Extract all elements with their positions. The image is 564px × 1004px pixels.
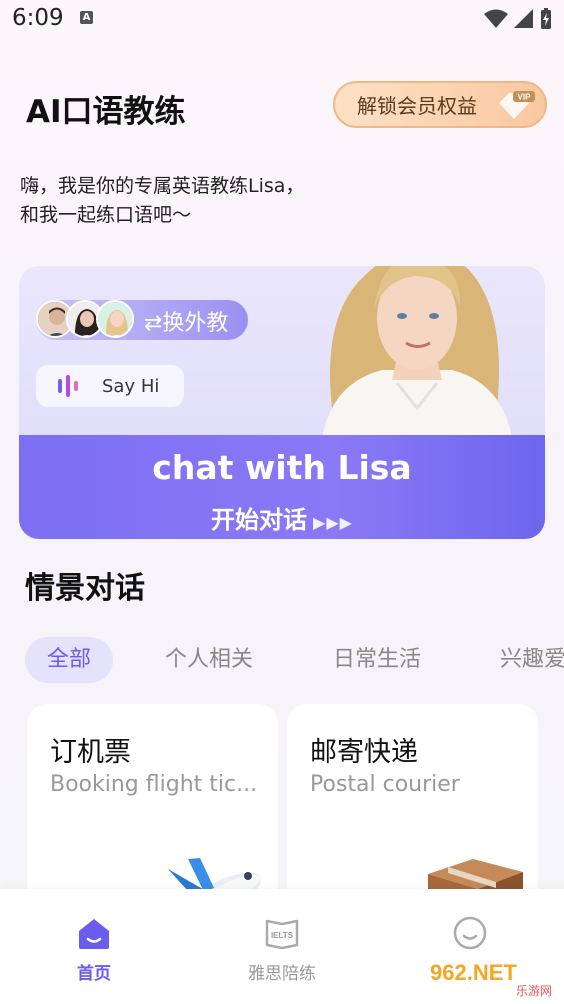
ielts-book-icon: IELTS xyxy=(265,919,299,950)
status-icons xyxy=(484,8,552,30)
watermark-text: 962.NET xyxy=(430,960,517,985)
tutor-avatar-3 xyxy=(96,300,134,338)
scenes-section-title: 情景对话 xyxy=(25,571,145,606)
watermark-sub: 乐游网 xyxy=(516,984,552,998)
chat-with-lisa-card[interactable]: ⇄换外教 Say Hi chat with Lisa 开始对话 ▶▶▶ xyxy=(19,266,545,539)
tab-hobbies[interactable]: 兴趣爱好 xyxy=(500,637,564,683)
site-watermark: 962.NET 乐游网 xyxy=(424,956,556,998)
unlock-vip-button[interactable]: 解锁会员权益 VIP xyxy=(333,81,547,128)
start-chat-label: 开始对话 xyxy=(211,506,308,534)
scene-card-title: 订机票 xyxy=(50,737,131,768)
signal-icon xyxy=(514,9,533,28)
scene-card-title: 邮寄快递 xyxy=(310,737,418,768)
page-title: AI口语教练 xyxy=(26,94,186,130)
vip-button-label: 解锁会员权益 xyxy=(357,94,477,118)
status-time: 6:09 xyxy=(12,5,64,31)
greeting-text: 嗨，我是你的专属英语教练Lisa， 和我一起练口语吧～ xyxy=(20,172,304,230)
ielts-icon-text: IELTS xyxy=(271,931,294,940)
scene-card-subtitle: Booking flight tic... xyxy=(50,772,258,797)
greeting-line-2: 和我一起练口语吧～ xyxy=(20,204,192,226)
voice-wave-icon xyxy=(58,375,78,397)
battery-icon xyxy=(541,8,551,29)
scene-card-subtitle: Postal courier xyxy=(310,772,460,797)
nav-label: 雅思陪练 xyxy=(248,964,316,984)
lisa-portrait xyxy=(322,266,512,438)
vip-diamond-icon: VIP xyxy=(499,91,535,119)
tab-all[interactable]: 全部 xyxy=(25,637,114,683)
wifi-icon xyxy=(484,9,508,28)
status-bar: 6:09 A xyxy=(0,0,564,38)
greeting-line-1: 嗨，我是你的专属英语教练Lisa， xyxy=(20,175,305,197)
scene-category-tabs: 全部 个人相关 日常生活 兴趣爱好 xyxy=(25,637,564,685)
say-hi-button[interactable]: Say Hi xyxy=(36,365,184,407)
tab-personal[interactable]: 个人相关 xyxy=(165,637,253,683)
tab-daily-life[interactable]: 日常生活 xyxy=(333,637,421,683)
switch-tutor-label: ⇄换外教 xyxy=(144,311,229,336)
profile-icon xyxy=(453,916,487,950)
vip-badge-text: VIP xyxy=(518,93,532,102)
say-hi-label: Say Hi xyxy=(102,375,160,397)
hero-title: chat with Lisa xyxy=(152,448,412,487)
notification-icon: A xyxy=(80,11,93,24)
nav-label: 首页 xyxy=(77,964,111,984)
home-icon xyxy=(79,919,109,949)
switch-tutor-button[interactable]: ⇄换外教 xyxy=(36,300,248,340)
play-arrows-icon: ▶▶▶ xyxy=(313,513,353,532)
start-chat-button[interactable]: 开始对话 ▶▶▶ xyxy=(19,500,545,535)
